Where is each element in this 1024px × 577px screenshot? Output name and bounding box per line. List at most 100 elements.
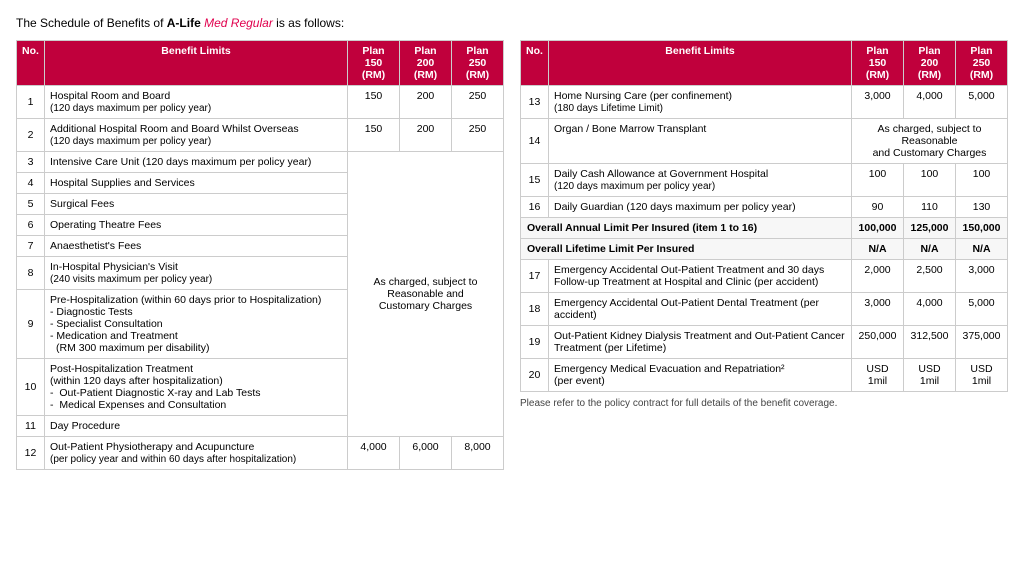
row-p150: USD 1mil	[852, 359, 904, 392]
row-p250: 5,000	[956, 86, 1008, 119]
overall-lifetime-p200: N/A	[904, 239, 956, 260]
row-no: 5	[17, 194, 45, 215]
row-p200: USD 1mil	[904, 359, 956, 392]
row-no: 4	[17, 173, 45, 194]
table2-header-row: No. Benefit Limits Plan 150 (RM) Plan 20…	[521, 41, 1008, 86]
table-row: 16 Daily Guardian (120 days maximum per …	[521, 197, 1008, 218]
th-no-2: No.	[521, 41, 549, 86]
row-benefit: Surgical Fees	[45, 194, 348, 215]
row-p200: 110	[904, 197, 956, 218]
row-p150: 150	[348, 86, 400, 119]
row-p250: 5,000	[956, 293, 1008, 326]
row-p250: 375,000	[956, 326, 1008, 359]
th-plan150-2: Plan 150 (RM)	[852, 41, 904, 86]
row-benefit: Day Procedure	[45, 416, 348, 437]
organ-as-charged-cell: As charged, subject to Reasonableand Cus…	[852, 119, 1008, 164]
row-no: 17	[521, 260, 549, 293]
table-row: 20 Emergency Medical Evacuation and Repa…	[521, 359, 1008, 392]
row-p250: 250	[452, 86, 504, 119]
row-p250: 130	[956, 197, 1008, 218]
row-benefit: Hospital Room and Board(120 days maximum…	[45, 86, 348, 119]
row-p200: 2,500	[904, 260, 956, 293]
row-benefit: Emergency Accidental Out-Patient Dental …	[549, 293, 852, 326]
row-p200: 200	[400, 119, 452, 152]
row-benefit: Out-Patient Physiotherapy and Acupunctur…	[45, 437, 348, 470]
row-no: 10	[17, 359, 45, 416]
th-no-1: No.	[17, 41, 45, 86]
product-name: Med Regular	[204, 16, 273, 30]
row-p150: 90	[852, 197, 904, 218]
overall-lifetime-p250: N/A	[956, 239, 1008, 260]
row-p200: 4,000	[904, 293, 956, 326]
row-no: 2	[17, 119, 45, 152]
th-plan250-1: Plan 250 (RM)	[452, 41, 504, 86]
overall-lifetime-label: Overall Lifetime Limit Per Insured	[521, 239, 852, 260]
row-no: 9	[17, 290, 45, 359]
table-row: 1 Hospital Room and Board(120 days maxim…	[17, 86, 504, 119]
overall-annual-p250: 150,000	[956, 218, 1008, 239]
row-no: 8	[17, 257, 45, 290]
table-note: Please refer to the policy contract for …	[520, 398, 1008, 409]
th-plan150-1: Plan 150 (RM)	[348, 41, 400, 86]
row-no: 14	[521, 119, 549, 164]
row-p200: 200	[400, 86, 452, 119]
row-p250: 250	[452, 119, 504, 152]
row-benefit: Emergency Accidental Out-Patient Treatme…	[549, 260, 852, 293]
overall-annual-p150: 100,000	[852, 218, 904, 239]
row-no: 6	[17, 215, 45, 236]
row-benefit: Daily Cash Allowance at Government Hospi…	[549, 164, 852, 197]
row-p150: 3,000	[852, 293, 904, 326]
as-charged-cell: As charged, subject toReasonable andCust…	[348, 152, 504, 437]
table-row: 17 Emergency Accidental Out-Patient Trea…	[521, 260, 1008, 293]
row-p250: 100	[956, 164, 1008, 197]
row-p150: 100	[852, 164, 904, 197]
overall-lifetime-row: Overall Lifetime Limit Per Insured N/A N…	[521, 239, 1008, 260]
row-benefit: Out-Patient Kidney Dialysis Treatment an…	[549, 326, 852, 359]
row-p250: 3,000	[956, 260, 1008, 293]
table-row: 15 Daily Cash Allowance at Government Ho…	[521, 164, 1008, 197]
benefits-table-1: No. Benefit Limits Plan 150 (RM) Plan 20…	[16, 40, 504, 470]
row-no: 12	[17, 437, 45, 470]
row-no: 18	[521, 293, 549, 326]
row-p150: 250,000	[852, 326, 904, 359]
table-row: 3 Intensive Care Unit (120 days maximum …	[17, 152, 504, 173]
brand-name: A-Life	[167, 16, 201, 30]
row-benefit: Additional Hospital Room and Board Whils…	[45, 119, 348, 152]
row-p200: 100	[904, 164, 956, 197]
table-row: 14 Organ / Bone Marrow Transplant As cha…	[521, 119, 1008, 164]
overall-lifetime-p150: N/A	[852, 239, 904, 260]
row-no: 3	[17, 152, 45, 173]
row-benefit: Organ / Bone Marrow Transplant	[549, 119, 852, 164]
row-no: 11	[17, 416, 45, 437]
benefits-table-2: No. Benefit Limits Plan 150 (RM) Plan 20…	[520, 40, 1008, 392]
row-no: 16	[521, 197, 549, 218]
row-benefit: Hospital Supplies and Services	[45, 173, 348, 194]
table-row: 2 Additional Hospital Room and Board Whi…	[17, 119, 504, 152]
row-benefit: Pre-Hospitalization (within 60 days prio…	[45, 290, 348, 359]
row-no: 13	[521, 86, 549, 119]
row-p150: 3,000	[852, 86, 904, 119]
table1-header-row: No. Benefit Limits Plan 150 (RM) Plan 20…	[17, 41, 504, 86]
row-no: 19	[521, 326, 549, 359]
row-benefit: Daily Guardian (120 days maximum per pol…	[549, 197, 852, 218]
th-benefit-2: Benefit Limits	[549, 41, 852, 86]
th-plan200-2: Plan 200 (RM)	[904, 41, 956, 86]
table-row: 12 Out-Patient Physiotherapy and Acupunc…	[17, 437, 504, 470]
row-benefit: Post-Hospitalization Treatment(within 12…	[45, 359, 348, 416]
row-benefit: Intensive Care Unit (120 days maximum pe…	[45, 152, 348, 173]
row-benefit: Home Nursing Care (per confinement)(180 …	[549, 86, 852, 119]
table-row: 13 Home Nursing Care (per confinement)(1…	[521, 86, 1008, 119]
overall-annual-label: Overall Annual Limit Per Insured (item 1…	[521, 218, 852, 239]
th-plan250-2: Plan 250 (RM)	[956, 41, 1008, 86]
row-p150: 150	[348, 119, 400, 152]
row-p150: 2,000	[852, 260, 904, 293]
row-p250: USD 1mil	[956, 359, 1008, 392]
row-benefit: Emergency Medical Evacuation and Repatri…	[549, 359, 852, 392]
intro-before: The Schedule of Benefits of	[16, 16, 167, 30]
table-row: 19 Out-Patient Kidney Dialysis Treatment…	[521, 326, 1008, 359]
row-no: 20	[521, 359, 549, 392]
table-left: No. Benefit Limits Plan 150 (RM) Plan 20…	[16, 40, 504, 470]
th-plan200-1: Plan 200 (RM)	[400, 41, 452, 86]
overall-annual-row: Overall Annual Limit Per Insured (item 1…	[521, 218, 1008, 239]
table-row: 18 Emergency Accidental Out-Patient Dent…	[521, 293, 1008, 326]
